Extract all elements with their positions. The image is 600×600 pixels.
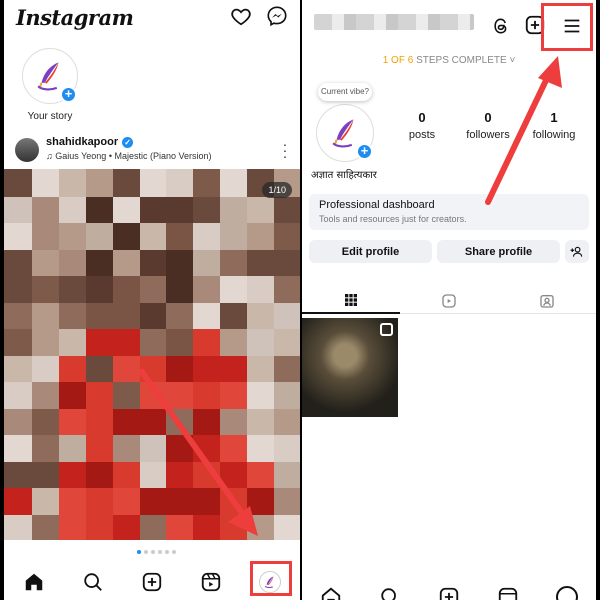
red-arrow-to-profile [139, 369, 258, 536]
profile-screen: 1 OF 6 STEPS COMPLETE ˅ + Current vibe? … [302, 0, 596, 600]
red-arrow-to-menu [485, 56, 562, 205]
home-feed-screen: Instagram + Your story shahidkapoor ✓ ♫ … [4, 0, 300, 600]
